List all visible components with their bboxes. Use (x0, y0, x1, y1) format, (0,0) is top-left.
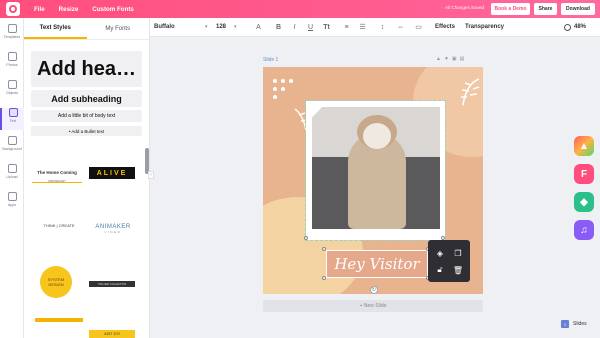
letter-spacing-icon[interactable]: ⇔ (396, 22, 405, 32)
zoom-icon[interactable] (564, 24, 571, 31)
transparency-button[interactable]: Transparency (465, 24, 504, 30)
rail-background[interactable]: Background (0, 136, 24, 158)
layers-icon[interactable]: ◈ (435, 248, 445, 258)
name-text-box[interactable]: Hey Visitor (326, 250, 428, 278)
zoom-level[interactable]: 48% (574, 24, 586, 30)
slides-label: Slides (573, 321, 587, 327)
panel-tabs: Text Styles My Fonts (24, 18, 149, 40)
delete-icon[interactable]: 🗑︎ (453, 265, 463, 275)
text-case-icon[interactable]: Tt (322, 22, 331, 32)
background-icon (7, 136, 17, 145)
template-subtext: VIDEO (104, 230, 122, 234)
objects-icon (7, 80, 17, 89)
text-position-icon[interactable]: ▭ (414, 22, 423, 32)
apps-icon (7, 192, 17, 201)
text-template-system-design[interactable]: SYSTEM DESIGN (40, 266, 72, 298)
font-size-select[interactable]: 128 (216, 24, 226, 30)
resize-handle[interactable] (322, 247, 326, 251)
rail-label: Apps (7, 203, 17, 207)
app-assets-icon[interactable]: ♫ (574, 220, 594, 240)
add-heading-card[interactable]: Add hea… (31, 51, 142, 87)
duplicate-icon[interactable]: ❐ (453, 248, 463, 258)
bold-icon[interactable]: B (274, 22, 283, 32)
rail-text[interactable]: Text (0, 108, 24, 130)
rail-apps[interactable]: Apps (0, 192, 24, 214)
text-icon (8, 108, 18, 117)
book-demo-button[interactable]: Book a Demo (491, 3, 530, 15)
new-slide-button[interactable]: + New Slide (263, 300, 483, 312)
effects-button[interactable]: Effects (435, 24, 455, 30)
add-subheading-card[interactable]: Add subheading (31, 90, 142, 107)
app-fill-icon[interactable]: ◆ (574, 192, 594, 212)
tools-rail: Templates Photos Objects Text Background… (0, 18, 24, 338)
text-color-icon[interactable]: A (254, 22, 263, 32)
text-toolbar: Buffalo ▾ 128 ▾ A B I U Tt ≡ ☰ ↕ ⇔ ▭ Eff… (150, 18, 600, 37)
child-photo[interactable] (312, 107, 440, 229)
font-family-select[interactable]: Buffalo (154, 24, 175, 30)
slide-controls[interactable]: ▲▼▣▤ (436, 56, 467, 62)
resize-handle[interactable] (322, 276, 326, 280)
leaf-icon (461, 78, 480, 106)
rail-objects[interactable]: Objects (0, 80, 24, 102)
slides-button[interactable]: 1 Slides (561, 320, 587, 328)
app-fonts-icon[interactable]: F (574, 164, 594, 184)
rail-label: Upload (6, 175, 18, 179)
collapse-panel-icon[interactable]: ‹ (148, 171, 154, 179)
dots-decoration (273, 79, 295, 99)
rail-upload[interactable]: Upload (0, 164, 24, 186)
chevron-down-icon[interactable]: ▾ (234, 24, 237, 30)
template-text: The Home Coming (37, 170, 77, 175)
rail-label: Objects (5, 91, 19, 95)
photo-frame[interactable] (305, 100, 446, 241)
add-body-text-card[interactable]: Add a little bit of body text (31, 110, 142, 122)
tab-text-styles[interactable]: Text Styles (24, 18, 87, 39)
rail-label: Background (2, 147, 22, 151)
menu-resize[interactable]: Resize (59, 6, 79, 13)
rotate-handle-icon[interactable]: ↻ (370, 286, 378, 294)
italic-icon[interactable]: I (290, 22, 299, 32)
rail-photos[interactable]: Photos (0, 52, 24, 74)
add-bullet-card[interactable]: • Add a Bullet text (31, 126, 142, 136)
photos-icon (7, 52, 17, 61)
tab-my-fonts[interactable]: My Fonts (87, 18, 150, 39)
rail-label: Templates (3, 35, 21, 39)
upload-icon (7, 164, 17, 173)
menu-file[interactable]: File (34, 6, 45, 13)
app-logo[interactable] (6, 2, 20, 16)
top-bar: File Resize Custom Fonts All Changes Sav… (0, 0, 600, 18)
slides-icon: 1 (561, 320, 569, 328)
download-button[interactable]: Download (561, 3, 595, 15)
slide-label: Slide 1 (263, 57, 279, 63)
lock-icon[interactable]: 🔓︎ (435, 265, 445, 275)
rail-label: Text (9, 119, 17, 123)
save-status: All Changes Saved (445, 5, 485, 10)
share-button[interactable]: Share (534, 3, 557, 15)
rail-templates[interactable]: Templates (0, 24, 24, 46)
chevron-down-icon[interactable]: ▾ (205, 24, 208, 30)
element-context-menu: ◈ ❐ 🔓︎ 🗑︎ (428, 240, 470, 282)
menu-custom-fonts[interactable]: Custom Fonts (92, 6, 134, 13)
resize-handle[interactable] (304, 236, 308, 240)
underline-icon[interactable]: U (306, 22, 315, 32)
rail-label: Photos (6, 63, 18, 67)
text-template-alive[interactable]: ALIVE (89, 167, 135, 179)
line-height-icon[interactable]: ↕ (378, 22, 387, 32)
align-icon[interactable]: ≡ (342, 22, 351, 32)
text-template-yellow-bar[interactable] (35, 318, 83, 322)
text-template-just-joy[interactable]: JUST JOY (89, 330, 135, 338)
text-template-think-create[interactable]: THINK | CREATE (36, 220, 82, 230)
template-subtext: ANNIVERSARY (48, 180, 66, 183)
list-icon[interactable]: ☰ (358, 22, 367, 32)
app-color-icon[interactable]: ▲ (574, 136, 594, 156)
text-template-collection[interactable]: THE NEW COLLECTION (89, 281, 135, 287)
text-template-animaker[interactable]: ANIMAKER VIDEO (89, 220, 137, 238)
templates-icon (7, 24, 17, 33)
